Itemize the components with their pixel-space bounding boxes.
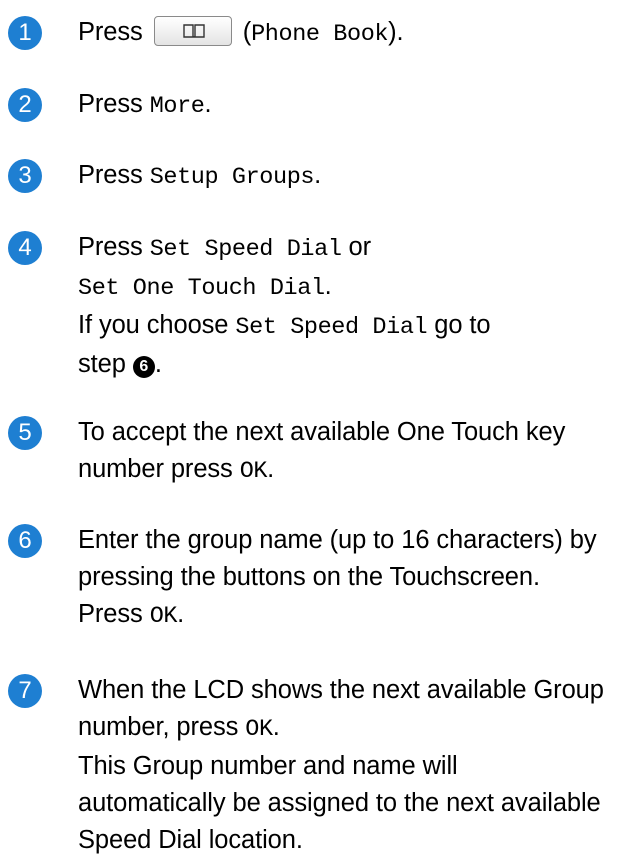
step-text: When the LCD shows the next available Gr… [78, 676, 604, 854]
step-number: 2 [8, 88, 42, 122]
step-text: Enter the group name (up to 16 character… [78, 526, 597, 630]
step-text: To accept the next available One Touch k… [78, 418, 566, 485]
step-number: 7 [8, 674, 42, 708]
step-number: 1 [8, 16, 42, 50]
step-text: Press More. [78, 90, 212, 120]
phone-book-icon [182, 24, 205, 38]
step-number: 4 [8, 231, 42, 265]
step-number: 6 [8, 524, 42, 558]
step-text: Press Setup Groups. [78, 161, 322, 191]
step-number: 5 [8, 416, 42, 450]
step-number: 3 [8, 159, 42, 193]
step-text: Press (Phone Book). [78, 16, 404, 48]
phone-book-button [153, 16, 232, 47]
step-text: Press Set Speed Dial or Set One Touch Di… [78, 233, 491, 378]
step-reference-badge: 6 [132, 356, 155, 378]
